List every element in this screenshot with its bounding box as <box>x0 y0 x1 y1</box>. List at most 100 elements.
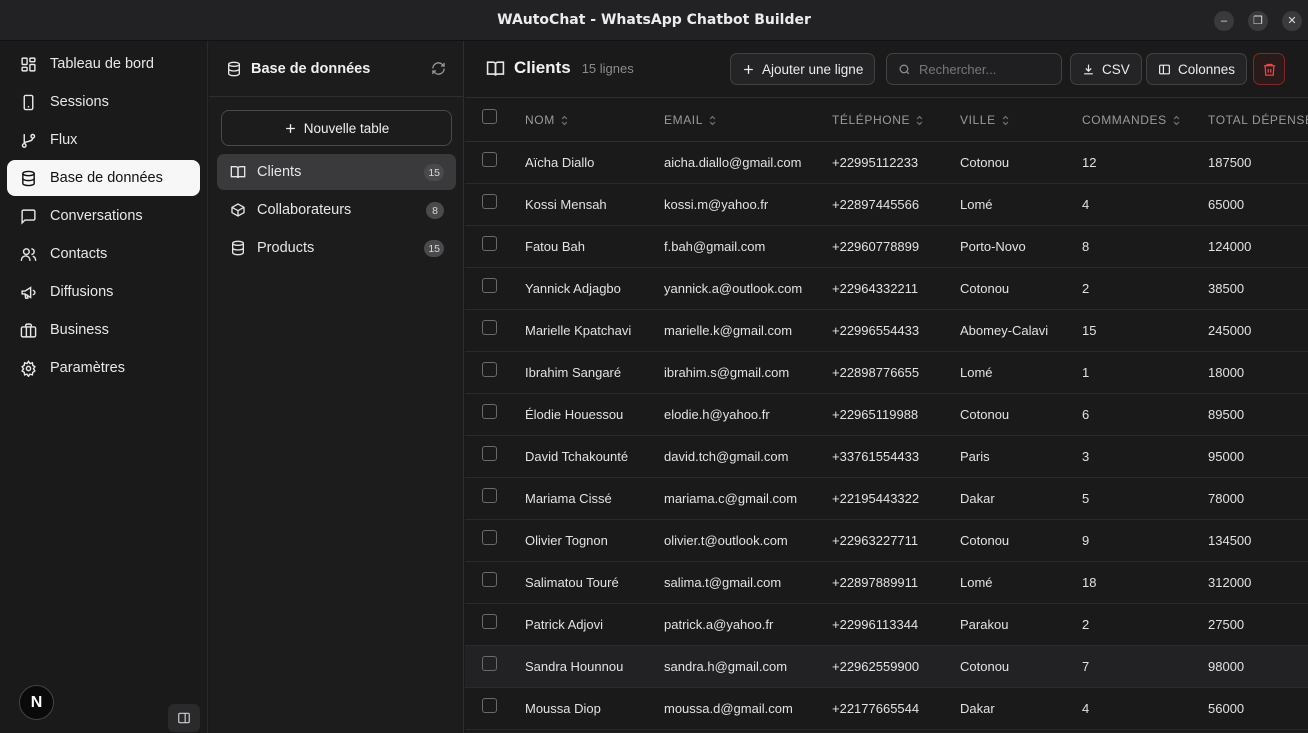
sidebar-item-database[interactable]: Base de données <box>7 160 200 196</box>
cell-email[interactable]: patrick.a@yahoo.fr <box>664 603 832 646</box>
cell-nom[interactable]: Aïcha Diallo <box>525 141 664 184</box>
cell-email[interactable]: david.tch@gmail.com <box>664 435 832 478</box>
cell-nom[interactable]: Patrick Adjovi <box>525 603 664 646</box>
search-field[interactable] <box>886 53 1062 85</box>
cell-total[interactable]: 134500 <box>1208 519 1308 562</box>
cell-telephone[interactable]: +22897889911 <box>832 561 960 604</box>
row-checkbox[interactable] <box>482 403 497 419</box>
cell-nom[interactable]: Élodie Houessou <box>525 393 664 436</box>
cell-commandes[interactable]: 2 <box>1082 603 1208 646</box>
cell-telephone[interactable]: +22996554433 <box>832 309 960 352</box>
cell-email[interactable]: sandra.h@gmail.com <box>664 645 832 688</box>
table-row[interactable]: Aïcha Diallo aicha.diallo@gmail.com +22995… <box>465 141 1308 184</box>
table-row[interactable]: Élodie Houessou elodie.h@yahoo.fr +2296511… <box>465 393 1308 436</box>
cell-ville[interactable]: Paris <box>960 435 1082 478</box>
cell-ville[interactable]: Lomé <box>960 183 1082 226</box>
cell-ville[interactable]: Dakar <box>960 477 1082 520</box>
table-row[interactable]: Kossi Mensah kossi.m@yahoo.fr +22897445566… <box>465 183 1308 226</box>
cell-commandes[interactable]: 4 <box>1082 687 1208 730</box>
cell-email[interactable]: moussa.d@gmail.com <box>664 687 832 730</box>
table-row[interactable]: Salimatou Touré salima.t@gmail.com +228978… <box>465 561 1308 604</box>
table-row[interactable]: David Tchakounté david.tch@gmail.com +3376… <box>465 435 1308 478</box>
cell-email[interactable]: f.bah@gmail.com <box>664 225 832 268</box>
column-header-telephone[interactable]: TÉLÉPHONE <box>832 99 960 142</box>
table-row[interactable]: Yannick Adjagbo yannick.a@outlook.com +229… <box>465 267 1308 310</box>
cell-nom[interactable]: Marielle Kpatchavi <box>525 309 664 352</box>
columns-button[interactable]: Colonnes <box>1146 53 1248 85</box>
cell-email[interactable]: marielle.k@gmail.com <box>664 309 832 352</box>
refresh-icon[interactable] <box>431 61 446 76</box>
cell-email[interactable]: aicha.diallo@gmail.com <box>664 141 832 184</box>
table-row[interactable]: Patrick Adjovi patrick.a@yahoo.fr +2299611… <box>465 603 1308 646</box>
row-checkbox[interactable] <box>482 697 497 713</box>
cell-nom[interactable]: Sandra Hounnou <box>525 645 664 688</box>
cell-ville[interactable]: Abomey-Calavi <box>960 309 1082 352</box>
row-checkbox[interactable] <box>482 571 497 587</box>
cell-nom[interactable]: Kossi Mensah <box>525 183 664 226</box>
cell-commandes[interactable]: 18 <box>1082 561 1208 604</box>
row-checkbox[interactable] <box>482 445 497 461</box>
cell-total[interactable]: 245000 <box>1208 309 1308 352</box>
sidebar-item-contacts[interactable]: Contacts <box>7 236 200 272</box>
cell-telephone[interactable]: +22195443322 <box>832 477 960 520</box>
add-row-button[interactable]: Ajouter une ligne <box>730 53 876 85</box>
cell-nom[interactable]: Olivier Tognon <box>525 519 664 562</box>
row-checkbox[interactable] <box>482 487 497 503</box>
cell-email[interactable]: olivier.t@outlook.com <box>664 519 832 562</box>
cell-ville[interactable]: Cotonou <box>960 393 1082 436</box>
cell-total[interactable]: 65000 <box>1208 183 1308 226</box>
cell-telephone[interactable]: +33761554433 <box>832 435 960 478</box>
search-input[interactable] <box>919 61 1054 77</box>
cell-total[interactable]: 78000 <box>1208 477 1308 520</box>
cell-ville[interactable]: Dakar <box>960 687 1082 730</box>
new-table-button[interactable]: Nouvelle table <box>221 110 452 146</box>
cell-email[interactable]: kossi.m@yahoo.fr <box>664 183 832 226</box>
row-checkbox[interactable] <box>482 277 497 293</box>
cell-ville[interactable]: Cotonou <box>960 267 1082 310</box>
cell-nom[interactable]: Fatou Bah <box>525 225 664 268</box>
cell-email[interactable]: salima.t@gmail.com <box>664 561 832 604</box>
cell-telephone[interactable]: +22964332211 <box>832 267 960 310</box>
cell-total[interactable]: 18000 <box>1208 351 1308 394</box>
cell-email[interactable]: elodie.h@yahoo.fr <box>664 393 832 436</box>
table-row[interactable]: Fatou Bah f.bah@gmail.com +22960778899 Port… <box>465 225 1308 268</box>
sidebar-item-settings[interactable]: Paramètres <box>7 350 200 386</box>
cell-telephone[interactable]: +22960778899 <box>832 225 960 268</box>
cell-commandes[interactable]: 15 <box>1082 309 1208 352</box>
column-header-ville[interactable]: VILLE <box>960 99 1082 142</box>
cell-email[interactable]: ibrahim.s@gmail.com <box>664 351 832 394</box>
cell-telephone[interactable]: +22962559900 <box>832 645 960 688</box>
cell-total[interactable]: 27500 <box>1208 603 1308 646</box>
cell-total[interactable]: 89500 <box>1208 393 1308 436</box>
cell-telephone[interactable]: +22995112233 <box>832 141 960 184</box>
sidebar-item-flux[interactable]: Flux <box>7 122 200 158</box>
cell-total[interactable]: 187500 <box>1208 141 1308 184</box>
sidebar-item-diffusions[interactable]: Diffusions <box>7 274 200 310</box>
cell-commandes[interactable]: 2 <box>1082 267 1208 310</box>
table-row[interactable]: Marielle Kpatchavi marielle.k@gmail.com +2… <box>465 309 1308 352</box>
select-all-checkbox[interactable] <box>482 109 497 125</box>
cell-total[interactable]: 312000 <box>1208 561 1308 604</box>
row-checkbox[interactable] <box>482 319 497 335</box>
cell-total[interactable]: 98000 <box>1208 645 1308 688</box>
row-checkbox[interactable] <box>482 613 497 629</box>
cell-nom[interactable]: Moussa Diop <box>525 687 664 730</box>
maximize-button[interactable]: ❐ <box>1248 11 1268 31</box>
row-checkbox[interactable] <box>482 151 497 167</box>
minimize-button[interactable]: – <box>1214 11 1234 31</box>
table-row[interactable]: Sandra Hounnou sandra.h@gmail.com +2296255… <box>465 645 1308 688</box>
cell-ville[interactable]: Lomé <box>960 561 1082 604</box>
cell-commandes[interactable]: 3 <box>1082 435 1208 478</box>
sidebar-item-dashboard[interactable]: Tableau de bord <box>7 46 200 82</box>
cell-commandes[interactable]: 12 <box>1082 141 1208 184</box>
cell-telephone[interactable]: +22177665544 <box>832 687 960 730</box>
cell-nom[interactable]: David Tchakounté <box>525 435 664 478</box>
cell-commandes[interactable]: 9 <box>1082 519 1208 562</box>
close-button[interactable]: ✕ <box>1282 11 1302 31</box>
row-checkbox[interactable] <box>482 361 497 377</box>
sidebar-item-sessions[interactable]: Sessions <box>7 84 200 120</box>
row-checkbox[interactable] <box>482 193 497 209</box>
table-row[interactable]: Mariama Cissé mariama.c@gmail.com +2219544… <box>465 477 1308 520</box>
cell-commandes[interactable]: 8 <box>1082 225 1208 268</box>
cell-total[interactable]: 95000 <box>1208 435 1308 478</box>
